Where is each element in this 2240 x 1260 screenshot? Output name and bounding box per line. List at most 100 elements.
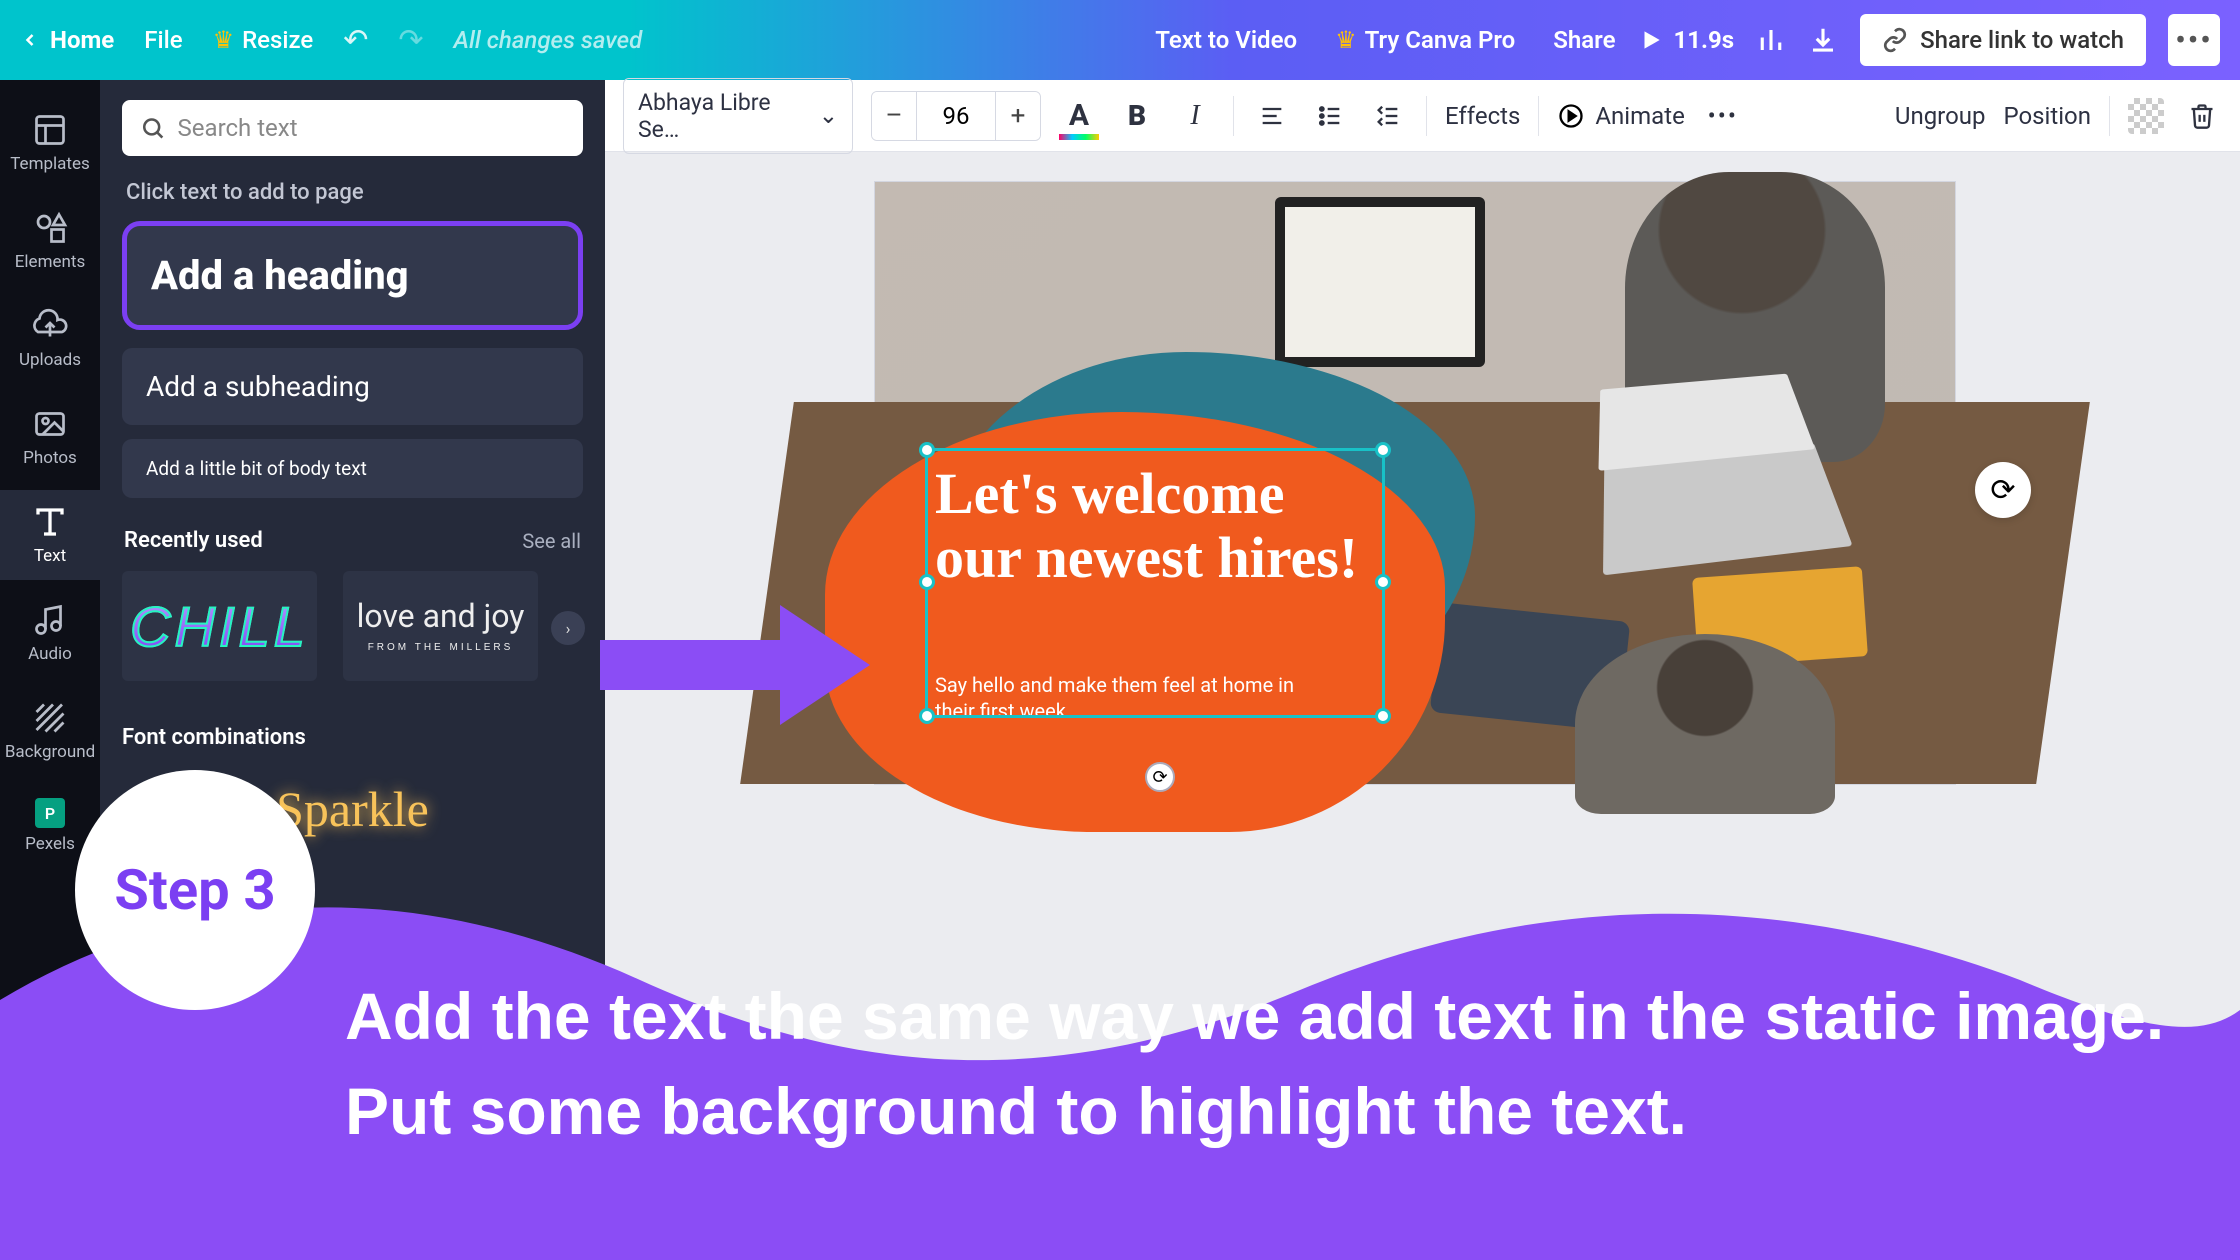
text-style-chill: CHILL	[130, 594, 309, 659]
bold-button[interactable]: B	[1117, 96, 1157, 136]
rail-text[interactable]: Text	[0, 490, 100, 580]
resize-button[interactable]: ♛ Resize	[213, 26, 314, 54]
rail-background[interactable]: Background	[0, 686, 100, 776]
pexels-icon: P	[35, 798, 65, 828]
resize-handle-tl[interactable]	[919, 442, 935, 458]
templates-icon	[32, 112, 68, 148]
add-body-text-button[interactable]: Add a little bit of body text	[122, 439, 583, 498]
transparency-button[interactable]	[2128, 98, 2164, 134]
font-family-label: Abhaya Libre Se…	[638, 89, 789, 143]
chevron-left-icon	[20, 30, 40, 50]
selection-box[interactable]	[925, 448, 1385, 718]
rail-photos[interactable]: Photos	[0, 392, 100, 482]
step-label: Step 3	[114, 857, 275, 923]
toolbar-separator	[1233, 96, 1234, 136]
uploads-icon	[32, 308, 68, 344]
topbar-left: Home File ♛ Resize ↶ ↷ All changes saved	[20, 23, 642, 58]
delete-button[interactable]	[2182, 96, 2222, 136]
search-text-input-wrap[interactable]	[122, 100, 583, 156]
share-link-button[interactable]: Share link to watch	[1860, 14, 2146, 66]
rail-uploads[interactable]: Uploads	[0, 294, 100, 384]
add-subheading-button[interactable]: Add a subheading	[122, 348, 583, 425]
align-icon	[1258, 102, 1286, 130]
recent-thumb-1[interactable]: CHILL	[122, 571, 317, 681]
background-icon	[32, 700, 68, 736]
resize-handle-tr[interactable]	[1375, 442, 1391, 458]
home-label: Home	[50, 26, 114, 54]
rail-text-label: Text	[34, 546, 66, 566]
list-button[interactable]	[1310, 96, 1350, 136]
font-size-decrease[interactable]: –	[872, 92, 916, 140]
photo-monitor	[1275, 197, 1485, 367]
text-to-video-button[interactable]: Text to Video	[1155, 26, 1297, 54]
font-size-value[interactable]: 96	[916, 92, 996, 140]
file-menu[interactable]: File	[144, 26, 182, 54]
effects-button[interactable]: Effects	[1445, 102, 1520, 130]
save-status: All changes saved	[454, 26, 643, 54]
toolbar-separator	[1426, 96, 1427, 136]
toolbar-separator	[2109, 96, 2110, 136]
position-button[interactable]: Position	[2003, 102, 2091, 130]
try-pro-button[interactable]: ♛ Try Canva Pro	[1319, 18, 1531, 62]
search-icon	[140, 114, 166, 142]
font-size-increase[interactable]: +	[996, 92, 1040, 140]
rail-elements[interactable]: Elements	[0, 196, 100, 286]
crown-icon: ♛	[213, 26, 235, 54]
try-pro-label: Try Canva Pro	[1365, 26, 1516, 54]
spacing-button[interactable]	[1368, 96, 1408, 136]
text-color-button[interactable]: A	[1059, 96, 1099, 136]
analytics-icon[interactable]	[1756, 25, 1786, 55]
elements-icon	[32, 210, 68, 246]
animate-button[interactable]: Animate	[1557, 102, 1684, 130]
home-button[interactable]: Home	[20, 26, 114, 54]
recent-thumb-2[interactable]: love and joy FROM THE MILLERS	[343, 571, 538, 681]
chevron-down-icon: ⌄	[819, 102, 838, 129]
share-link-label: Share link to watch	[1920, 26, 2124, 54]
recent-header: Recently used See all	[124, 528, 581, 553]
add-heading-button[interactable]: Add a heading	[122, 221, 583, 330]
photos-icon	[32, 406, 68, 442]
more-menu-button[interactable]: •••	[2168, 14, 2220, 66]
crown-icon: ♛	[1335, 26, 1357, 54]
ungroup-button[interactable]: Ungroup	[1895, 102, 1986, 130]
font-family-select[interactable]: Abhaya Libre Se… ⌄	[623, 78, 853, 154]
font-size-group: – 96 +	[871, 91, 1041, 141]
animate-icon	[1557, 102, 1585, 130]
rail-uploads-label: Uploads	[19, 350, 81, 370]
recent-next-button[interactable]: ›	[551, 611, 585, 645]
search-text-input[interactable]	[178, 114, 565, 142]
recent-row: CHILL love and joy FROM THE MILLERS ›	[122, 571, 583, 681]
toolbar-separator	[1538, 96, 1539, 136]
design-canvas[interactable]: Let's welcome our newest hires! Say hell…	[875, 182, 1955, 784]
rotate-handle[interactable]: ⟳	[1145, 762, 1175, 792]
more-toolbar-button[interactable]: •••	[1703, 96, 1743, 136]
rail-templates[interactable]: Templates	[0, 98, 100, 188]
align-button[interactable]	[1252, 96, 1292, 136]
link-icon	[1882, 27, 1908, 53]
rail-pexels-label: Pexels	[25, 834, 75, 854]
see-all-link[interactable]: See all	[522, 529, 581, 553]
resize-handle-bl[interactable]	[919, 708, 935, 724]
play-preview-button[interactable]: 11.9s	[1638, 26, 1735, 54]
undo-button[interactable]: ↶	[343, 23, 368, 58]
share-button[interactable]: Share	[1553, 26, 1615, 54]
spacing-icon	[1374, 102, 1402, 130]
download-icon[interactable]	[1808, 25, 1838, 55]
resize-handle-ml[interactable]	[919, 574, 935, 590]
rail-background-label: Background	[5, 742, 95, 762]
redo-button[interactable]: ↷	[398, 23, 423, 58]
text-style-lovejoy: love and joy FROM THE MILLERS	[357, 599, 525, 653]
resize-handle-mr[interactable]	[1375, 574, 1391, 590]
play-icon	[1638, 27, 1664, 53]
resize-handle-br[interactable]	[1375, 708, 1391, 724]
rail-audio-label: Audio	[28, 644, 72, 664]
duration-label: 11.9s	[1674, 26, 1735, 54]
tutorial-callout: Step 3 Add the text the same way we add …	[0, 870, 2240, 1260]
font-combos-title: Font combinations	[122, 725, 583, 750]
rail-photos-label: Photos	[23, 448, 77, 468]
resize-label: Resize	[242, 26, 313, 54]
topbar-right: Text to Video ♛ Try Canva Pro Share 11.9…	[1155, 14, 2220, 66]
italic-button[interactable]: I	[1175, 96, 1215, 136]
regenerate-button[interactable]: ⟳	[1975, 462, 2031, 518]
rail-audio[interactable]: Audio	[0, 588, 100, 678]
